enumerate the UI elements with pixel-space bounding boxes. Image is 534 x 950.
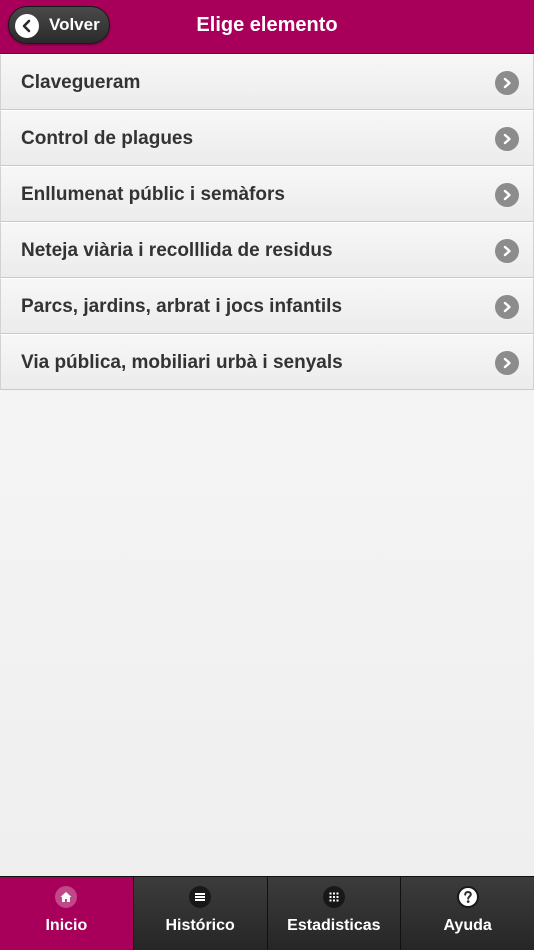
- tab-estadisticas[interactable]: Estadisticas: [267, 877, 402, 950]
- list-item[interactable]: Via pública, mobiliari urbà i senyals: [0, 334, 534, 390]
- list-item-label: Clavegueram: [21, 72, 141, 93]
- chevron-right-icon: [495, 71, 519, 95]
- chevron-right-icon: [495, 351, 519, 375]
- back-button[interactable]: Volver: [8, 6, 110, 44]
- tab-label: Inicio: [45, 917, 88, 934]
- help-icon: [456, 886, 479, 908]
- tab-historico[interactable]: Histórico: [133, 877, 268, 950]
- chevron-right-icon: [495, 127, 519, 151]
- tab-label: Histórico: [165, 917, 235, 934]
- list-item[interactable]: Clavegueram: [0, 54, 534, 110]
- header-bar: Volver Elige elemento: [0, 0, 534, 54]
- tab-ayuda[interactable]: Ayuda: [401, 877, 534, 950]
- element-list: Clavegueram Control de plagues Enllumena…: [0, 54, 534, 390]
- list-item[interactable]: Control de plagues: [0, 110, 534, 166]
- chevron-right-icon: [495, 295, 519, 319]
- list-item-label: Enllumenat públic i semàfors: [21, 184, 285, 205]
- list-item-label: Control de plagues: [21, 128, 194, 149]
- chevron-right-icon: [495, 239, 519, 263]
- home-icon: [55, 886, 78, 908]
- tab-inicio[interactable]: Inicio: [0, 877, 134, 950]
- grid-icon: [322, 886, 345, 908]
- list-item[interactable]: Neteja viària i recolllida de residus: [0, 222, 534, 278]
- list-icon: [189, 886, 212, 908]
- list-item[interactable]: Parcs, jardins, arbrat i jocs infantils: [0, 278, 534, 334]
- list-item-label: Parcs, jardins, arbrat i jocs infantils: [21, 296, 343, 317]
- tab-label: Estadisticas: [287, 917, 381, 934]
- list-item-label: Via pública, mobiliari urbà i senyals: [21, 352, 343, 373]
- list-item-label: Neteja viària i recolllida de residus: [21, 240, 333, 261]
- list-item[interactable]: Enllumenat públic i semàfors: [0, 166, 534, 222]
- chevron-left-icon: [15, 14, 39, 38]
- back-button-label: Volver: [49, 15, 100, 34]
- chevron-right-icon: [495, 183, 519, 207]
- tab-label: Ayuda: [443, 917, 492, 934]
- bottom-nav: Inicio Histórico Estadisticas Ayuda: [0, 876, 534, 950]
